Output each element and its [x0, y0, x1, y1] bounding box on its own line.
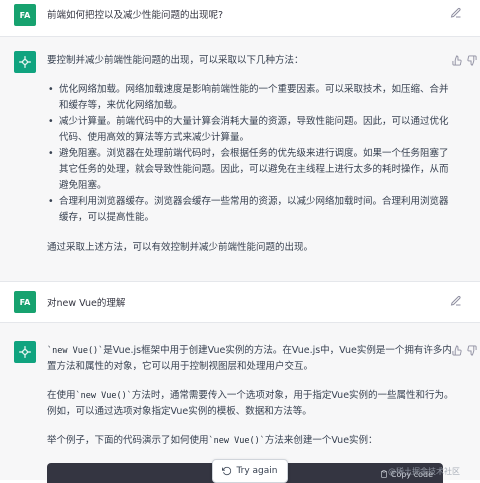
- list-item: 减少计算量。前端代码中的大量计算会消耗大量的资源，导致性能问题。因此，可以通过优…: [47, 114, 457, 146]
- edit-icon[interactable]: [450, 295, 462, 307]
- refresh-icon: [222, 466, 232, 476]
- user-avatar: FA: [14, 4, 36, 26]
- assistant-paragraph: 在使用`new Vue()`方法时，通常需要传入一个选项对象，用于指定Vue实例…: [47, 388, 457, 420]
- openai-logo-icon: [14, 51, 36, 73]
- user-message-2: FA 对new Vue的理解: [0, 282, 480, 322]
- thumbs-down-icon[interactable]: [466, 345, 477, 356]
- assistant-outro: 通过采取上述方法，可以有效控制并减少前端性能问题的出现。: [47, 242, 314, 253]
- assistant-paragraph: `new Vue()`是Vue.js框架中用于创建Vue实例的方法。在Vue.j…: [47, 343, 457, 375]
- inline-code: `new Vue()`: [47, 346, 104, 356]
- inline-code: `new Vue()`: [75, 391, 132, 401]
- inline-code: `new Vue()`: [208, 436, 265, 446]
- list-item: 优化网络加载。网络加载速度是影响前端性能的一个重要因素。可以采取技术，如压缩、合…: [47, 82, 457, 114]
- user-message-1: FA 前端如何把控以及减少性能问题的出现呢?: [0, 0, 480, 36]
- paragraph-text: 是Vue.js框架中用于创建Vue实例的方法。在Vue.js中，Vue实例是一个…: [47, 345, 452, 372]
- assistant-intro: 要控制并减少前端性能问题的出现，可以采取以下几种方法：: [47, 55, 304, 66]
- thumbs-down-icon[interactable]: [466, 55, 477, 66]
- user-message-text: 对new Vue的理解: [47, 298, 126, 309]
- paragraph-text: 举个例子，下面的代码演示了如何使用: [47, 435, 209, 446]
- assistant-message-1: 要控制并减少前端性能问题的出现，可以采取以下几种方法： 优化网络加载。网络加载速…: [0, 37, 480, 281]
- user-message-text: 前端如何把控以及减少性能问题的出现呢?: [47, 10, 224, 21]
- try-again-label: Try again: [236, 466, 278, 476]
- watermark: @稀土掘金技术社区: [388, 467, 460, 476]
- openai-logo-icon: [14, 341, 36, 363]
- try-again-button[interactable]: Try again: [212, 459, 288, 483]
- list-item: 合理利用浏览器缓存。浏览器会缓存一些常用的资源，以减少网络加载时间。合理利用浏览…: [47, 194, 457, 226]
- list-item: 避免阻塞。浏览器在处理前端代码时，会根据任务的优先级来进行调度。如果一个任务阻塞…: [47, 146, 457, 194]
- paragraph-text: 在使用: [47, 390, 76, 401]
- assistant-paragraph: 举个例子，下面的代码演示了如何使用`new Vue()`方法来创建一个Vue实例…: [47, 433, 457, 449]
- edit-icon[interactable]: [450, 7, 462, 19]
- assistant-bullet-list: 优化网络加载。网络加载速度是影响前端性能的一个重要因素。可以采取技术，如压缩、合…: [47, 82, 457, 226]
- assistant-message-2: `new Vue()`是Vue.js框架中用于创建Vue实例的方法。在Vue.j…: [0, 323, 480, 480]
- user-avatar: FA: [14, 291, 36, 313]
- paragraph-text: 方法来创建一个Vue实例：: [264, 435, 378, 446]
